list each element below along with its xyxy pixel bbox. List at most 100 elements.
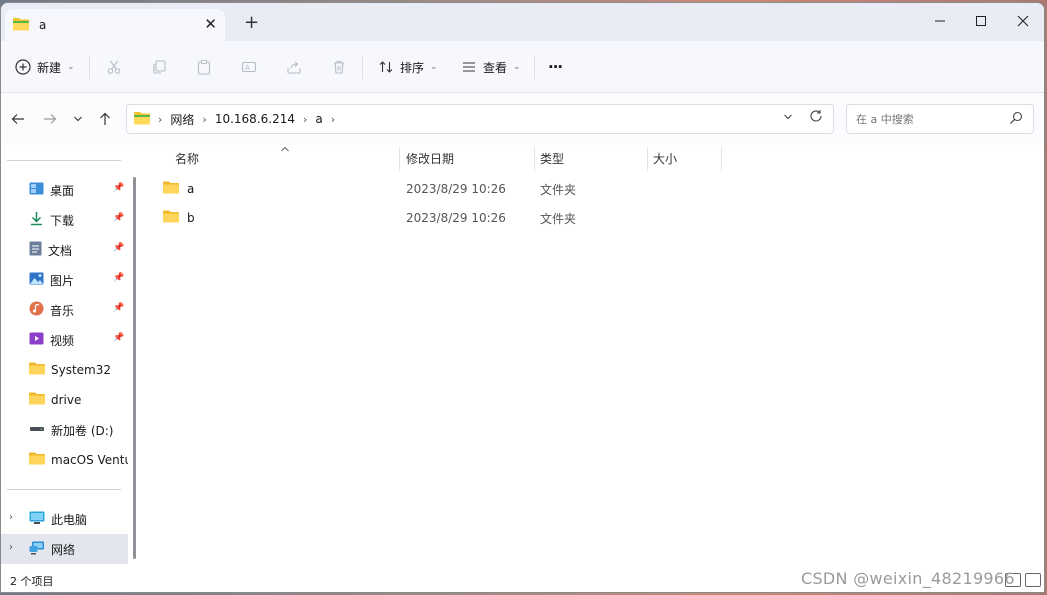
pin-icon[interactable]: 📌 bbox=[113, 333, 124, 343]
new-label: 新建 bbox=[37, 60, 62, 75]
sidebar-item-documents[interactable]: 文档 📌 bbox=[1, 235, 128, 265]
breadcrumb-folder[interactable]: a bbox=[315, 112, 322, 126]
file-name: a bbox=[187, 182, 195, 196]
tab-title: a bbox=[39, 18, 47, 32]
search-box[interactable] bbox=[846, 104, 1034, 134]
table-row[interactable]: a 2023/8/29 10:26 文件夹 bbox=[159, 175, 719, 203]
paste-icon[interactable] bbox=[196, 55, 212, 79]
delete-icon[interactable] bbox=[331, 55, 347, 79]
view-button[interactable]: 查看 ⌄ bbox=[461, 55, 521, 79]
sidebar-item-system32[interactable]: System32 bbox=[1, 355, 128, 385]
refresh-icon[interactable] bbox=[809, 109, 823, 127]
sidebar-item-label: 新加卷 (D:) bbox=[51, 423, 114, 438]
pin-icon[interactable]: 📌 bbox=[113, 183, 124, 193]
command-bar: 新建 ⌄ A 排序 ⌄ 查看 ⌄ ··· bbox=[1, 41, 1044, 93]
sidebar-item-network[interactable]: › 网络 bbox=[1, 534, 128, 564]
column-resize-handle[interactable] bbox=[399, 147, 400, 171]
column-header-name[interactable]: 名称 bbox=[175, 145, 199, 171]
minimize-button[interactable] bbox=[918, 9, 962, 33]
chevron-right-icon[interactable]: › bbox=[158, 113, 162, 126]
sidebar-item-label: 音乐 bbox=[50, 303, 75, 318]
address-bar[interactable]: › 网络 › 10.168.6.214 › a › bbox=[126, 104, 834, 134]
copy-icon[interactable] bbox=[151, 55, 167, 79]
column-resize-handle[interactable] bbox=[647, 147, 648, 171]
file-list: 名称 修改日期 类型 大小 a 2023/8/29 10:26 文件夹 b 20… bbox=[145, 145, 1044, 567]
download-icon bbox=[29, 211, 44, 229]
new-button[interactable]: 新建 ⌄ bbox=[15, 55, 75, 79]
view-label: 查看 bbox=[483, 60, 508, 75]
minimize-icon bbox=[935, 20, 945, 22]
sidebar-item-label: 下载 bbox=[50, 213, 75, 228]
divider bbox=[362, 55, 363, 79]
sidebar-item-label: 桌面 bbox=[50, 183, 75, 198]
file-type: 文件夹 bbox=[540, 182, 577, 197]
column-header-label: 修改日期 bbox=[406, 151, 455, 166]
sidebar-item-desktop[interactable]: 桌面 📌 bbox=[1, 175, 128, 205]
sidebar-item-macos-ventura[interactable]: macOS Ventura bbox=[1, 445, 128, 475]
back-arrow-icon[interactable] bbox=[8, 109, 28, 129]
search-icon[interactable] bbox=[1009, 111, 1023, 128]
sidebar-item-videos[interactable]: 视频 📌 bbox=[1, 325, 128, 355]
share-icon[interactable] bbox=[286, 55, 302, 79]
file-name-cell: b bbox=[163, 204, 195, 232]
chevron-right-icon[interactable]: › bbox=[331, 113, 335, 126]
folder-icon bbox=[29, 452, 45, 468]
column-header-size[interactable]: 大小 bbox=[653, 145, 677, 171]
pin-icon[interactable]: 📌 bbox=[113, 273, 124, 283]
column-header-label: 类型 bbox=[540, 151, 565, 166]
new-tab-button[interactable]: + bbox=[244, 12, 259, 33]
chevron-right-icon[interactable]: › bbox=[9, 542, 13, 553]
close-icon bbox=[1017, 15, 1029, 27]
pin-icon[interactable]: 📌 bbox=[113, 303, 124, 313]
sidebar-item-downloads[interactable]: 下载 📌 bbox=[1, 205, 128, 235]
divider bbox=[89, 55, 90, 79]
sidebar-item-label: macOS Ventura bbox=[51, 453, 128, 467]
tiles-view-icon[interactable] bbox=[1025, 573, 1041, 587]
column-resize-handle[interactable] bbox=[534, 147, 535, 171]
tab-close-icon[interactable]: ✕ bbox=[204, 16, 217, 32]
cut-icon[interactable] bbox=[106, 55, 122, 79]
pin-icon[interactable]: 📌 bbox=[113, 213, 124, 223]
sidebar-item-drive[interactable]: drive bbox=[1, 385, 128, 415]
sort-label: 排序 bbox=[400, 60, 425, 75]
more-options-button[interactable]: ··· bbox=[548, 55, 563, 79]
folder-icon bbox=[134, 111, 150, 128]
video-icon bbox=[29, 332, 44, 348]
divider bbox=[534, 55, 535, 79]
desktop-icon bbox=[29, 182, 44, 198]
sidebar-item-music[interactable]: 音乐 📌 bbox=[1, 295, 128, 325]
chevron-right-icon[interactable]: › bbox=[202, 113, 206, 126]
search-input[interactable] bbox=[856, 112, 996, 126]
folder-icon bbox=[29, 392, 45, 408]
column-header-type[interactable]: 类型 bbox=[540, 145, 564, 171]
table-row[interactable]: b 2023/8/29 10:26 文件夹 bbox=[159, 204, 719, 232]
network-icon bbox=[29, 541, 45, 558]
column-resize-handle[interactable] bbox=[721, 147, 722, 171]
breadcrumb-network[interactable]: 网络 bbox=[170, 111, 194, 128]
forward-arrow-icon[interactable] bbox=[40, 109, 60, 129]
sidebar-item-label: 文档 bbox=[48, 243, 73, 258]
folder-icon bbox=[29, 362, 45, 378]
sort-button[interactable]: 排序 ⌄ bbox=[378, 55, 438, 79]
chevron-right-icon[interactable]: › bbox=[303, 113, 307, 126]
column-header-modified[interactable]: 修改日期 bbox=[406, 145, 454, 171]
maximize-button[interactable] bbox=[959, 9, 1003, 33]
sidebar-item-this-pc[interactable]: › 此电脑 bbox=[1, 504, 128, 534]
up-arrow-icon[interactable] bbox=[95, 109, 115, 129]
tab-a[interactable]: a ✕ bbox=[5, 9, 225, 41]
rename-icon[interactable]: A bbox=[241, 55, 257, 79]
sidebar-scrollbar[interactable] bbox=[133, 177, 136, 559]
recent-locations-chevron-icon[interactable] bbox=[68, 109, 88, 129]
chevron-right-icon[interactable]: › bbox=[9, 512, 13, 523]
sidebar-item-pictures[interactable]: 图片 📌 bbox=[1, 265, 128, 295]
view-icon bbox=[463, 62, 475, 72]
close-button[interactable] bbox=[1001, 9, 1044, 33]
address-history-chevron-icon[interactable] bbox=[783, 112, 793, 125]
pin-icon[interactable]: 📌 bbox=[113, 243, 124, 253]
sort-ascending-icon bbox=[280, 145, 290, 156]
sidebar-item-label: 网络 bbox=[51, 542, 76, 557]
folder-icon bbox=[163, 210, 179, 226]
divider bbox=[7, 489, 121, 490]
breadcrumb-host[interactable]: 10.168.6.214 bbox=[215, 112, 295, 126]
sidebar-item-volume-d[interactable]: 新加卷 (D:) bbox=[1, 415, 128, 445]
